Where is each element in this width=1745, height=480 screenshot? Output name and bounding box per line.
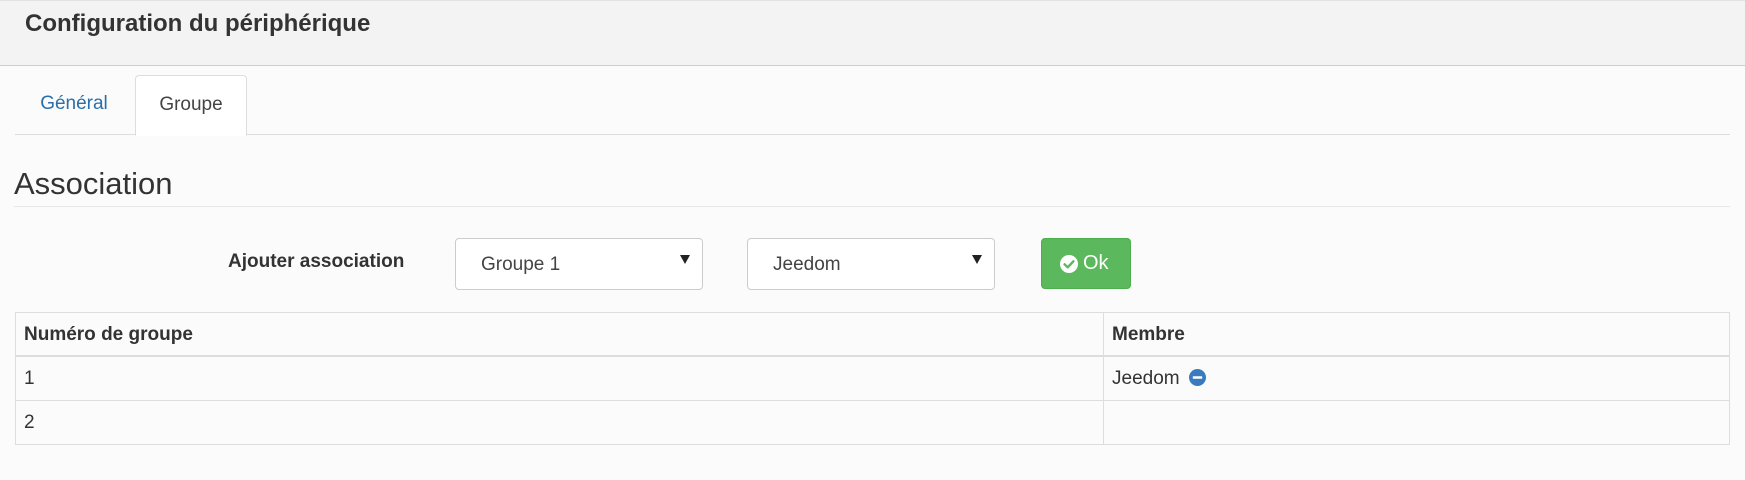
page-header: Configuration du périphérique <box>0 0 1745 66</box>
ok-button-label: Ok <box>1083 252 1109 274</box>
ok-button[interactable]: Ok <box>1041 238 1131 289</box>
association-table: Numéro de groupe Membre 1 Jeedom 2 <box>15 312 1730 445</box>
group-select[interactable]: Groupe 1 <box>455 238 703 290</box>
group-select-value: Groupe 1 <box>481 254 561 275</box>
tab-groupe[interactable]: Groupe <box>135 75 247 136</box>
table-row: 1 Jeedom <box>16 357 1729 401</box>
dropdown-arrow-icon <box>680 255 690 264</box>
column-header-member: Membre <box>1112 324 1185 345</box>
member-select[interactable]: Jeedom <box>747 238 995 290</box>
section-divider <box>14 206 1730 207</box>
member-name: Jeedom <box>1112 368 1180 389</box>
tab-general[interactable]: Général <box>15 75 133 135</box>
group-number-cell: 1 <box>16 357 1104 400</box>
member-select-value: Jeedom <box>773 254 841 275</box>
section-title: Association <box>14 166 173 201</box>
table-header-row: Numéro de groupe Membre <box>16 313 1729 357</box>
member-cell <box>1104 401 1729 444</box>
tab-bar: Général Groupe <box>15 75 1730 136</box>
page-title: Configuration du périphérique <box>25 10 371 37</box>
group-number-cell: 2 <box>16 401 1104 444</box>
add-association-label: Ajouter association <box>228 251 405 272</box>
dropdown-arrow-icon <box>972 255 982 264</box>
minus-circle-icon[interactable] <box>1188 369 1206 386</box>
check-circle-icon <box>1060 255 1078 273</box>
member-cell: Jeedom <box>1104 357 1729 400</box>
column-header-group-number: Numéro de groupe <box>16 313 1104 355</box>
table-row: 2 <box>16 401 1729 444</box>
